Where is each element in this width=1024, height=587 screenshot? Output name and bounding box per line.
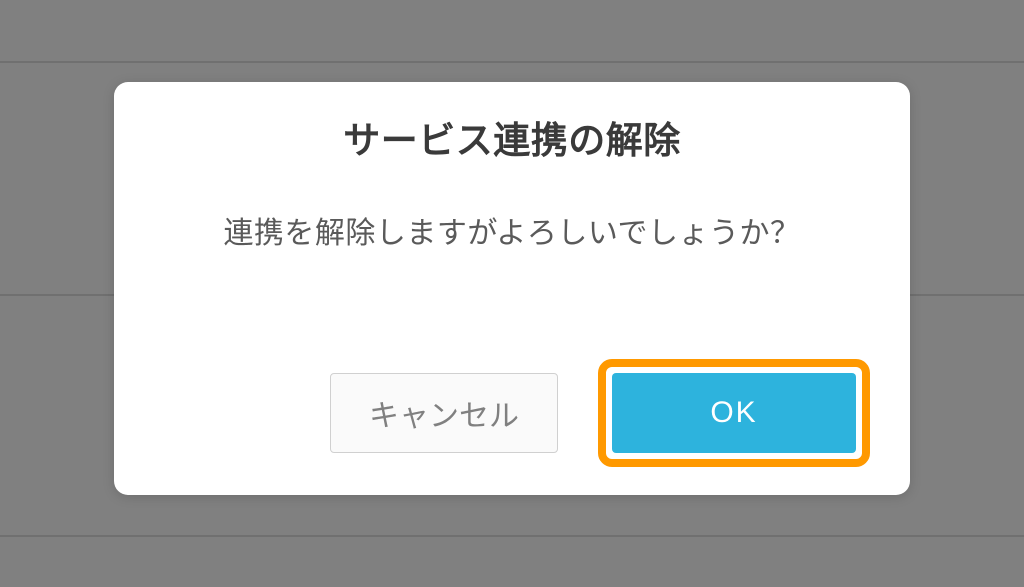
cancel-button[interactable]: キャンセル [330,373,558,453]
dialog-message: 連携を解除しますがよろしいでしょうか？ [114,208,910,252]
confirmation-dialog: サービス連携の解除 連携を解除しますがよろしいでしょうか？ キャンセル OK [114,82,910,495]
dialog-actions: キャンセル OK [330,359,870,467]
ok-button[interactable]: OK [612,373,856,453]
dialog-title: サービス連携の解除 [114,110,910,164]
ok-button-highlight: OK [598,359,870,467]
background-divider [0,535,1024,537]
background-divider [0,61,1024,63]
